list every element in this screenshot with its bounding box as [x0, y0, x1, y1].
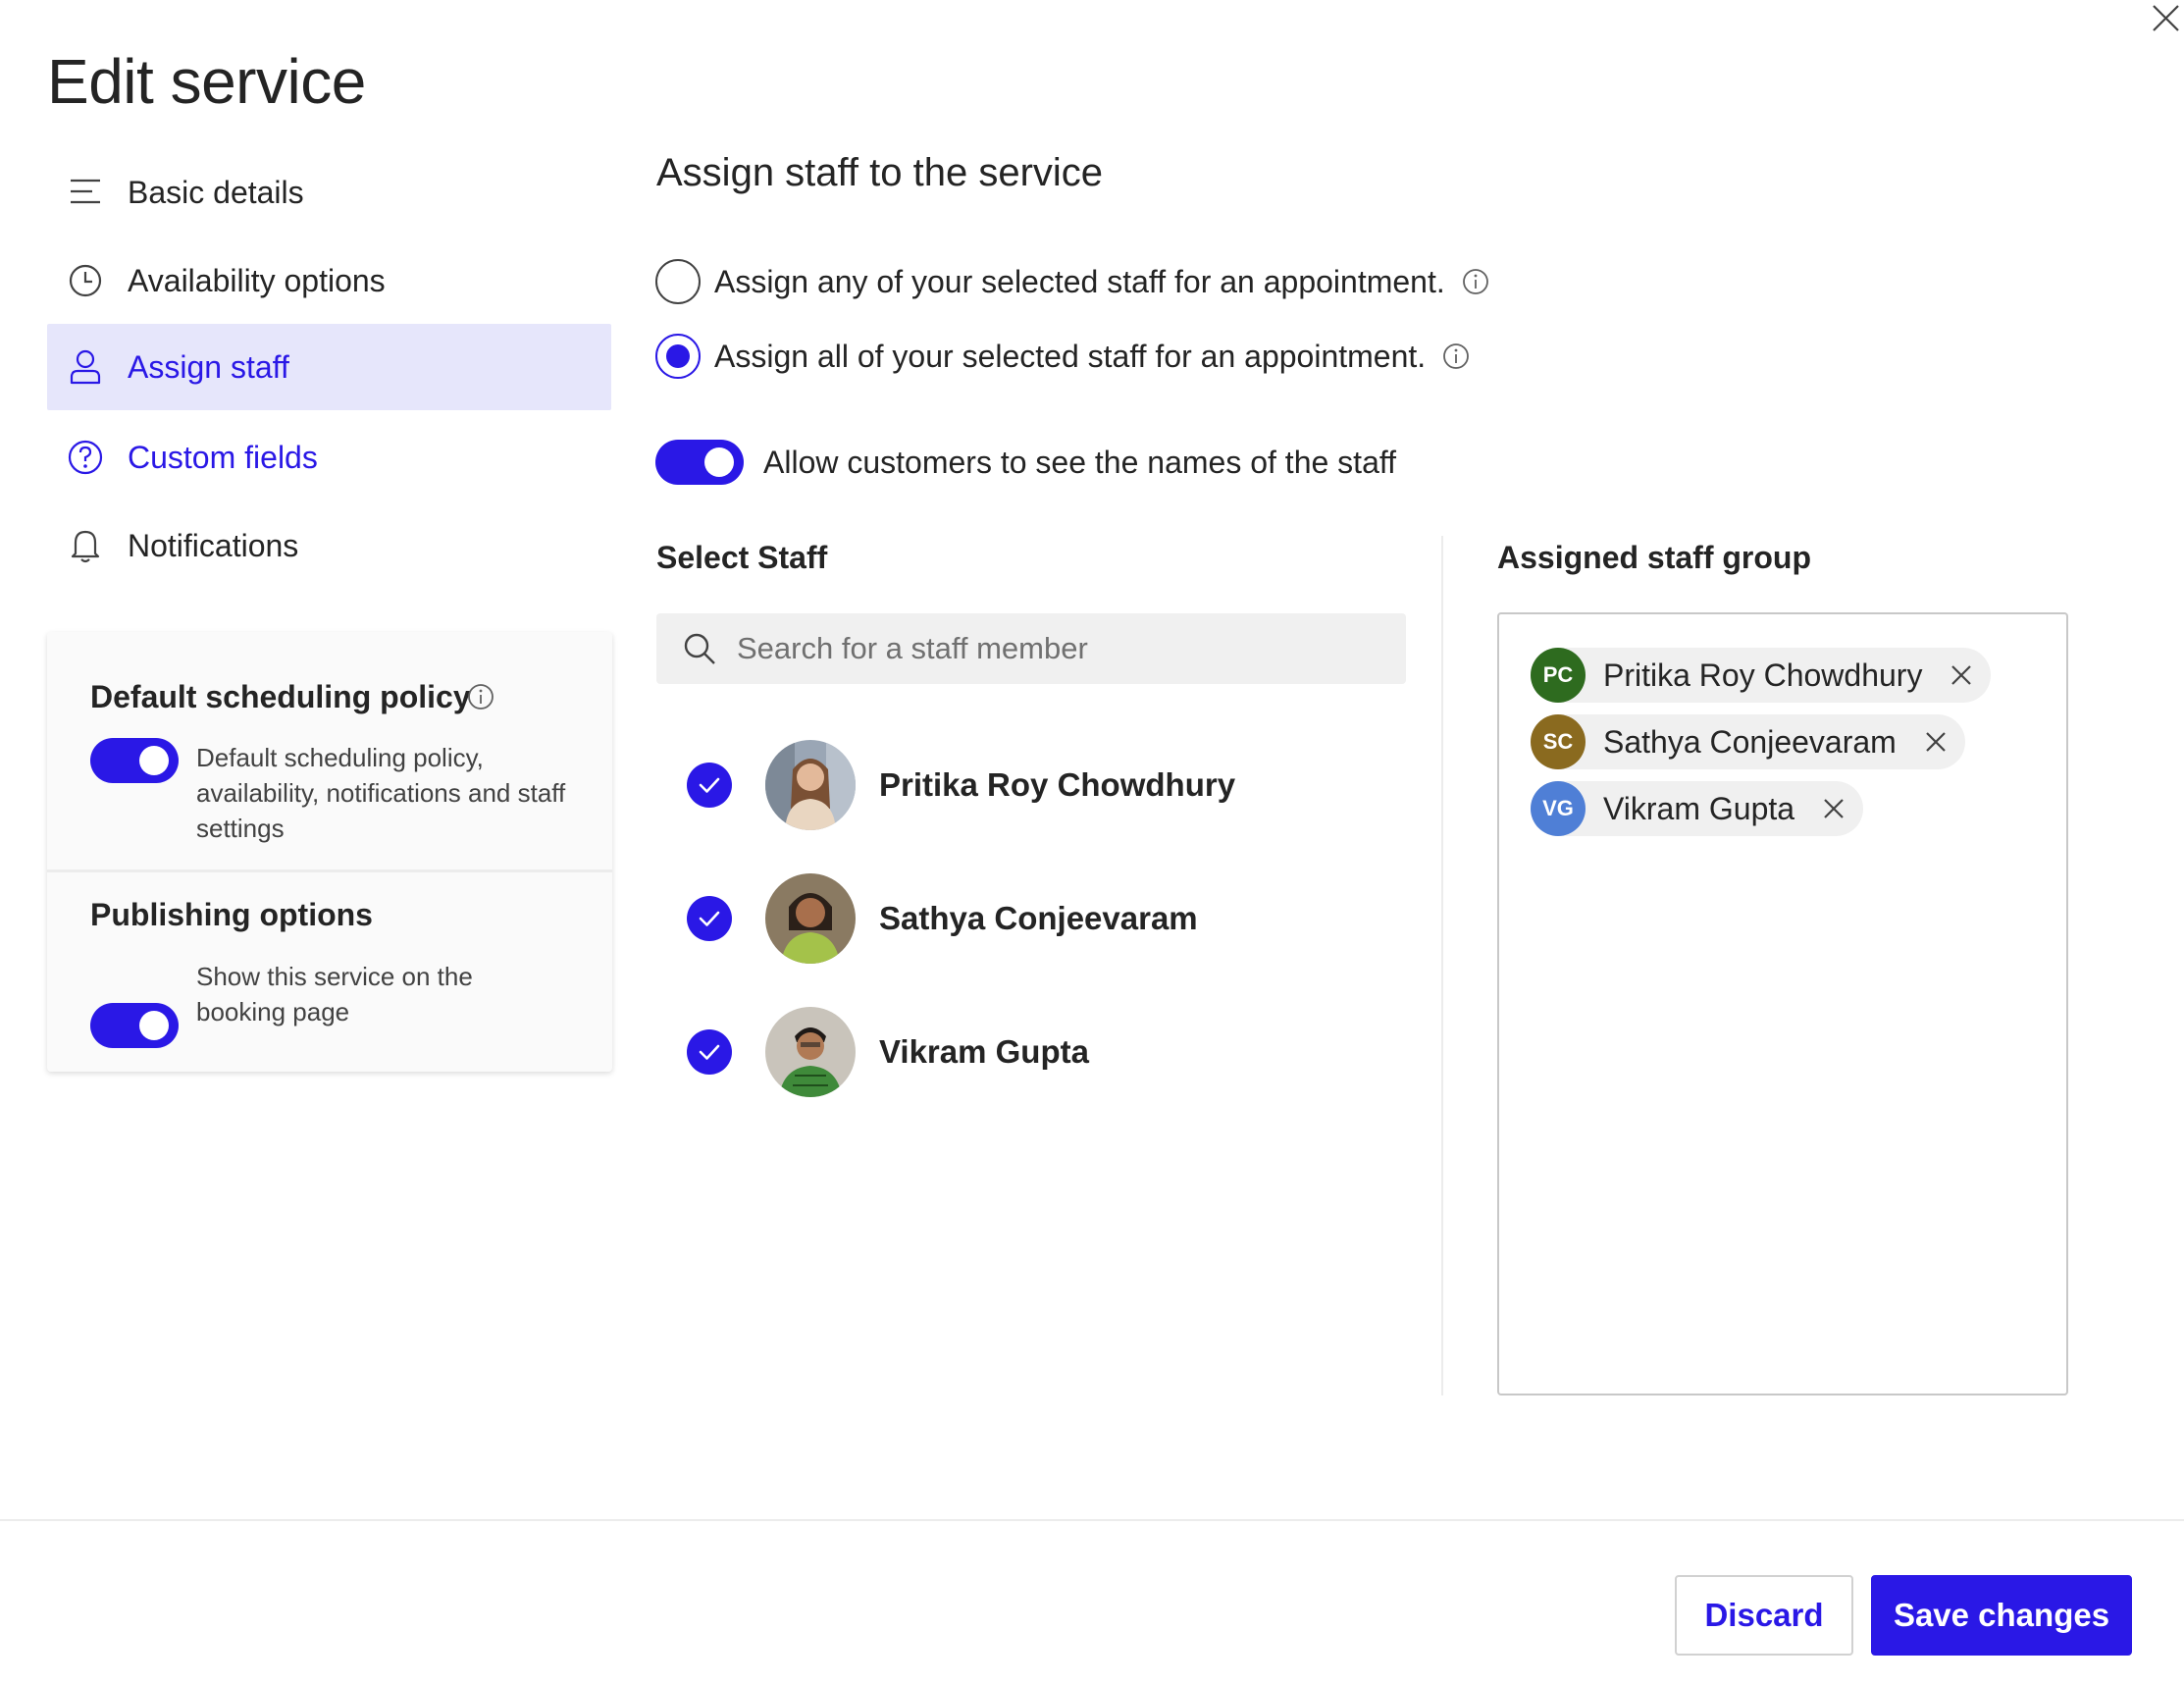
save-changes-button[interactable]: Save changes: [1871, 1575, 2132, 1656]
staff-name: Vikram Gupta: [879, 1033, 1089, 1070]
discard-button[interactable]: Discard: [1675, 1575, 1853, 1656]
select-staff-heading: Select Staff: [656, 540, 828, 575]
nav-item-basic-details[interactable]: Basic details: [47, 149, 611, 236]
avatar: [765, 740, 856, 830]
staff-name: Pritika Roy Chowdhury: [879, 766, 1236, 803]
search-box[interactable]: [656, 613, 1406, 684]
default-policy-description: Default scheduling policy, availability,…: [196, 743, 566, 843]
search-icon: [682, 631, 717, 666]
remove-icon[interactable]: [1920, 726, 1951, 758]
allow-names-row: Allow customers to see the names of the …: [655, 440, 1396, 485]
nav-item-label: Assign staff: [128, 348, 289, 385]
publishing-options-heading: Publishing options: [90, 897, 373, 932]
bell-icon: [67, 526, 106, 565]
publishing-toggle[interactable]: [90, 1003, 179, 1048]
avatar: [765, 873, 856, 964]
avatar: [765, 1007, 856, 1097]
nav-item-label: Custom fields: [128, 439, 318, 475]
assigned-chip-pritika: PC Pritika Roy Chowdhury: [1531, 648, 1992, 703]
assigned-staff-heading: Assigned staff group: [1497, 540, 1812, 575]
question-circle-icon: [67, 438, 106, 477]
allow-names-label: Allow customers to see the names of the …: [763, 444, 1397, 480]
publishing-description: Show this service on the booking page: [196, 962, 473, 1026]
remove-icon[interactable]: [1946, 659, 1977, 691]
nav-item-label: Availability options: [128, 262, 386, 298]
nav-item-availability-options[interactable]: Availability options: [47, 237, 611, 324]
info-icon[interactable]: [1461, 267, 1490, 296]
radio-label: Assign any of your selected staff for an…: [714, 263, 1445, 299]
close-icon[interactable]: [2145, 0, 2184, 39]
default-scheduling-policy-heading: Default scheduling policy: [90, 679, 471, 714]
assigned-chip-vikram: VG Vikram Gupta: [1531, 781, 1864, 836]
checkmark-icon[interactable]: [687, 896, 732, 941]
person-icon: [67, 347, 106, 387]
staff-name: Sathya Conjeevaram: [879, 900, 1198, 936]
remove-icon[interactable]: [1818, 793, 1849, 824]
nav-item-label: Basic details: [128, 174, 304, 210]
staff-row-vikram[interactable]: Vikram Gupta: [687, 1005, 1089, 1099]
nav-item-notifications[interactable]: Notifications: [47, 502, 611, 589]
avatar-initials: VG: [1531, 781, 1586, 836]
radio-assign-all[interactable]: Assign all of your selected staff for an…: [655, 332, 1471, 381]
nav-item-label: Notifications: [128, 527, 299, 563]
radio-button[interactable]: [655, 259, 701, 304]
column-divider: [1441, 536, 1443, 1395]
staff-row-pritika[interactable]: Pritika Roy Chowdhury: [687, 738, 1235, 832]
clock-icon: [67, 261, 106, 300]
nav-item-assign-staff[interactable]: Assign staff: [47, 324, 611, 410]
section-title: Assign staff to the service: [656, 151, 1104, 194]
chip-name: Pritika Roy Chowdhury: [1603, 657, 1923, 693]
search-input[interactable]: [737, 631, 1365, 666]
assigned-chip-sathya: SC Sathya Conjeevaram: [1531, 714, 1965, 769]
avatar-initials: SC: [1531, 714, 1586, 769]
dialog-title: Edit service: [47, 46, 366, 117]
info-icon[interactable]: [465, 681, 496, 712]
nav-item-custom-fields[interactable]: Custom fields: [47, 414, 611, 500]
checkmark-icon[interactable]: [687, 763, 732, 808]
radio-button[interactable]: [655, 334, 701, 379]
avatar-initials: PC: [1531, 648, 1586, 703]
divider: [47, 869, 612, 872]
radio-label: Assign all of your selected staff for an…: [714, 338, 1427, 374]
staff-row-sathya[interactable]: Sathya Conjeevaram: [687, 871, 1198, 966]
allow-names-toggle[interactable]: [655, 440, 744, 485]
footer-divider: [0, 1519, 2184, 1521]
default-policy-toggle[interactable]: [90, 738, 179, 783]
checkmark-icon[interactable]: [687, 1029, 732, 1075]
text-lines-icon: [67, 173, 106, 212]
chip-name: Vikram Gupta: [1603, 790, 1795, 826]
info-icon[interactable]: [1441, 342, 1471, 371]
radio-assign-any[interactable]: Assign any of your selected staff for an…: [655, 257, 1490, 306]
chip-name: Sathya Conjeevaram: [1603, 723, 1897, 760]
